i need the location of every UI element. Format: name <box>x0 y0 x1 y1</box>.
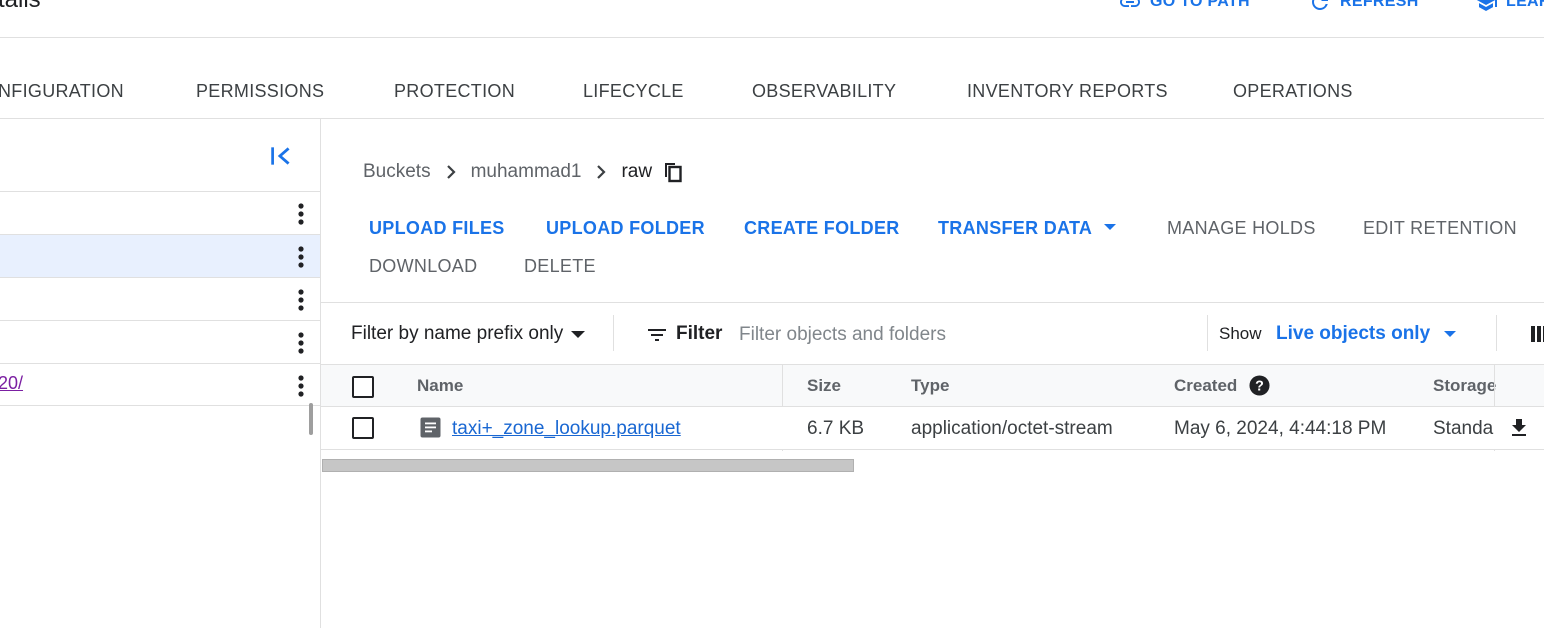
collapse-panel-icon[interactable] <box>268 143 294 169</box>
show-label: Show <box>1219 324 1262 343</box>
breadcrumb-buckets[interactable]: Buckets <box>363 161 431 183</box>
column-header-created[interactable]: Created? <box>1174 375 1270 397</box>
folder-tree-scrollbar[interactable] <box>309 403 313 435</box>
folder-tree-row-selected[interactable] <box>0 234 320 277</box>
school-icon <box>1476 0 1497 11</box>
download-icon[interactable] <box>1507 416 1531 440</box>
more-vert-icon[interactable] <box>293 374 309 398</box>
tab-operations[interactable]: OPERATIONS <box>1233 81 1353 102</box>
show-objects-value: Live objects only <box>1276 323 1431 344</box>
divider <box>1207 315 1208 351</box>
divider <box>1496 315 1497 351</box>
go-to-path-label: GO TO PATH <box>1150 0 1250 10</box>
bucket-tabs: NFIGURATION PERMISSIONS PROTECTION LIFEC… <box>0 38 1544 119</box>
select-all-checkbox[interactable] <box>352 376 374 398</box>
folder-tree-row[interactable]: 20/ <box>0 363 320 406</box>
more-vert-icon[interactable] <box>293 331 309 355</box>
breadcrumb-bucket[interactable]: muhammad1 <box>471 161 582 183</box>
learn-label: LEAR <box>1506 0 1544 10</box>
filter-input[interactable] <box>739 321 1179 349</box>
folder-tree-panel: 20/ <box>0 119 321 628</box>
breadcrumb-current: raw <box>621 161 653 182</box>
dropdown-arrow-icon <box>571 330 586 338</box>
refresh-icon <box>1312 0 1328 10</box>
folder-tree-row[interactable] <box>0 320 320 363</box>
more-vert-icon[interactable] <box>293 202 309 226</box>
chevron-right-icon <box>597 165 607 179</box>
delete-button[interactable]: DELETE <box>524 256 596 277</box>
divider <box>613 315 614 351</box>
objects-table-header: Name Size Type Created? Storage <box>321 364 1544 451</box>
filter-mode-label: Filter by name prefix only <box>351 323 564 344</box>
tab-observability[interactable]: OBSERVABILITY <box>752 81 896 102</box>
download-button[interactable]: DOWNLOAD <box>369 256 477 277</box>
refresh-label: REFRESH <box>1340 0 1419 10</box>
help-icon[interactable]: ? <box>1249 375 1270 396</box>
dropdown-arrow-icon <box>1444 331 1457 337</box>
transfer-data-button[interactable]: TRANSFER DATA <box>938 218 1117 239</box>
table-horizontal-scrollbar[interactable] <box>322 459 854 472</box>
column-header-name[interactable]: Name <box>417 376 463 396</box>
more-vert-icon[interactable] <box>293 288 309 312</box>
filter-label: Filter <box>676 323 723 344</box>
page-header: tails GO TO PATH REFRESH LEAR <box>0 0 1544 38</box>
column-display-icon[interactable] <box>1529 325 1544 343</box>
folder-tree-row[interactable] <box>0 191 320 234</box>
table-row[interactable]: taxi+_zone_lookup.parquet 6.7 KB applica… <box>321 407 1544 450</box>
svg-text:?: ? <box>1255 378 1264 394</box>
tab-inventory-reports[interactable]: INVENTORY REPORTS <box>967 81 1168 102</box>
dropdown-arrow-icon <box>1104 224 1117 231</box>
manage-holds-button[interactable]: MANAGE HOLDS <box>1167 218 1316 239</box>
filter-bar: Filter by name prefix only Filter Show L… <box>321 302 1544 364</box>
object-storage-class: Standa <box>1433 418 1494 439</box>
show-objects-select[interactable]: Live objects only <box>1276 323 1457 345</box>
chevron-right-icon <box>446 165 456 179</box>
tab-configuration[interactable]: NFIGURATION <box>0 81 124 102</box>
upload-folder-button[interactable]: UPLOAD FOLDER <box>546 218 705 239</box>
column-header-storage[interactable]: Storage <box>1433 376 1496 396</box>
filter-list-icon <box>648 329 666 341</box>
file-icon <box>420 417 441 438</box>
tab-permissions[interactable]: PERMISSIONS <box>196 81 324 102</box>
tab-protection[interactable]: PROTECTION <box>394 81 515 102</box>
edit-retention-button[interactable]: EDIT RETENTION <box>1363 218 1517 239</box>
column-header-type[interactable]: Type <box>911 376 949 396</box>
object-created: May 6, 2024, 4:44:18 PM <box>1174 418 1387 439</box>
create-folder-button[interactable]: CREATE FOLDER <box>744 218 900 239</box>
column-header-size[interactable]: Size <box>807 376 841 396</box>
refresh-button[interactable]: REFRESH <box>1308 0 1419 14</box>
transfer-data-label: TRANSFER DATA <box>938 218 1093 238</box>
filter-mode-select[interactable]: Filter by name prefix only <box>351 323 586 345</box>
link-icon <box>1120 0 1140 7</box>
breadcrumb: Buckets muhammad1 raw <box>363 160 684 184</box>
object-name-link[interactable]: taxi+_zone_lookup.parquet <box>452 418 681 440</box>
object-size: 6.7 KB <box>807 418 865 439</box>
object-type: application/octet-stream <box>911 418 1113 439</box>
folder-tree-link[interactable]: 20/ <box>0 373 23 394</box>
more-vert-icon[interactable] <box>293 245 309 269</box>
page-title: tails <box>0 0 41 14</box>
tab-lifecycle[interactable]: LIFECYCLE <box>583 81 684 102</box>
folder-tree-row[interactable] <box>0 277 320 320</box>
column-header-created-label: Created <box>1174 376 1238 395</box>
copy-icon[interactable] <box>662 160 684 184</box>
learn-button[interactable]: LEAR <box>1474 0 1544 14</box>
upload-files-button[interactable]: UPLOAD FILES <box>369 218 505 239</box>
row-checkbox[interactable] <box>352 417 374 439</box>
go-to-path-button[interactable]: GO TO PATH <box>1118 0 1250 14</box>
